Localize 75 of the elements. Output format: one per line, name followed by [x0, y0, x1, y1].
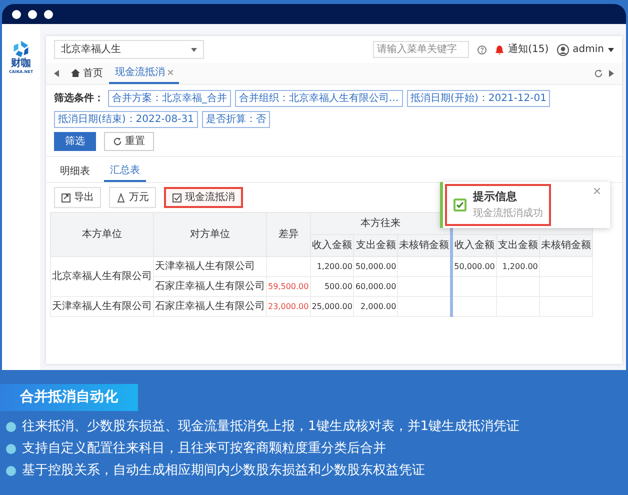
window-dot: [44, 10, 53, 18]
toolbar-button[interactable]: 万元: [109, 187, 156, 208]
organization-name: 北京幸福人生: [61, 42, 121, 57]
close-tab-icon[interactable]: [168, 70, 173, 75]
triangle-icon: [116, 192, 126, 202]
filter-chip[interactable]: 合并方案：北京幸福_合并: [108, 90, 231, 107]
column-header: 差异: [266, 212, 310, 256]
avatar-icon: [556, 44, 569, 56]
bullet-icon: [6, 422, 16, 432]
bell-icon: [495, 44, 504, 54]
refresh-icon: [113, 136, 122, 146]
user-menu[interactable]: admin: [572, 42, 604, 57]
logo-text: 财咖: [11, 58, 31, 69]
filter-chip[interactable]: 合并组织：北京幸福人生有限公司...: [235, 90, 403, 107]
table-cell: 石家庄幸福人生有限公司: [154, 296, 266, 316]
bullet-text: 基于控股关系，自动生成相应期间内少数股东损益和少数股东权益凭证: [22, 462, 425, 480]
table-cell: 1,200.00: [310, 256, 354, 276]
help-icon[interactable]: [477, 44, 488, 54]
table-cell: 60,000.00: [354, 276, 398, 296]
caret-icon: [191, 48, 197, 52]
notifications-link[interactable]: 通知(15): [508, 42, 549, 57]
column-header: 支出金额: [354, 234, 398, 256]
filter-label: 筛选条件：: [54, 92, 104, 106]
table-cell: 2,000.00: [354, 296, 398, 316]
caret-icon: [608, 48, 614, 52]
toast-message: 现金流抵消成功: [473, 206, 543, 220]
filter-chip[interactable]: 抵消日期(开始)：2021-12-01: [406, 90, 550, 107]
check-icon: [453, 198, 467, 212]
table-cell: 23,000.00: [266, 296, 310, 316]
feature-title: 合并抵消自动化: [0, 384, 138, 411]
toast-title: 提示信息: [473, 189, 518, 205]
column-header: 本方单位: [50, 212, 154, 256]
table-cell: 1,200.00: [496, 256, 540, 276]
filter-chip[interactable]: 是否折算：否: [202, 111, 270, 128]
checkbox-icon: [172, 192, 182, 202]
scroll-right-icon[interactable]: [609, 70, 614, 77]
search-field[interactable]: 请输入菜单关键字: [373, 41, 470, 58]
column-header: 收入金额: [452, 234, 496, 256]
bullet-text: 支持自定义配置往来科目，且往来可按客商颗粒度重分类后合并: [22, 440, 386, 458]
close-icon[interactable]: [594, 188, 600, 194]
table-cell: 25,000.00: [310, 296, 354, 316]
filter-chip[interactable]: 抵消日期(结束)：2022-08-31: [54, 111, 198, 128]
column-header: 收入金额: [310, 234, 354, 256]
reset-button[interactable]: 重置: [104, 132, 154, 151]
refresh-icon[interactable]: [594, 69, 603, 78]
window-dot: [28, 10, 37, 18]
bullet-icon: [6, 444, 16, 454]
logo-icon: [12, 40, 30, 58]
table-cell: 天津幸福人生有限公司: [154, 256, 266, 276]
table-cell: 50,000.00: [354, 256, 398, 276]
column-header: 未核销金额: [398, 234, 452, 256]
bullet-text: 往来抵消、少数股东损益、现金流量抵消免上报，1键生成核对表，并1键生成抵消凭证: [22, 419, 520, 436]
table-cell: 天津幸福人生有限公司: [50, 296, 154, 316]
table-cell: 石家庄幸福人生有限公司: [154, 276, 266, 296]
scroll-left-icon[interactable]: [54, 70, 59, 77]
window-dot: [12, 10, 21, 18]
column-header: 对方单位: [154, 212, 266, 256]
toolbar-button[interactable]: 导出: [54, 187, 101, 208]
table-cell: 北京幸福人生有限公司: [50, 256, 154, 296]
filter-button[interactable]: 筛选: [54, 132, 96, 151]
view-tab[interactable]: 汇总表: [104, 161, 146, 182]
toolbar-button[interactable]: 现金流抵消: [164, 187, 243, 208]
page-tab[interactable]: 首页: [65, 63, 109, 84]
column-header: 本方往来: [310, 212, 452, 234]
table-cell: 59,500.00: [266, 276, 310, 296]
home-icon: [71, 69, 80, 78]
organization-dropdown[interactable]: 北京幸福人生: [54, 40, 204, 59]
table-cell: 50,000.00: [452, 256, 496, 276]
table-cell: 500.00: [310, 276, 354, 296]
bullet-icon: [6, 466, 16, 476]
column-header: 支出金额: [496, 234, 540, 256]
view-tab[interactable]: 明细表: [54, 161, 96, 182]
column-header: 未核销金额: [539, 234, 592, 256]
export-icon: [61, 192, 71, 202]
page-tab[interactable]: 现金流抵消: [109, 63, 179, 84]
